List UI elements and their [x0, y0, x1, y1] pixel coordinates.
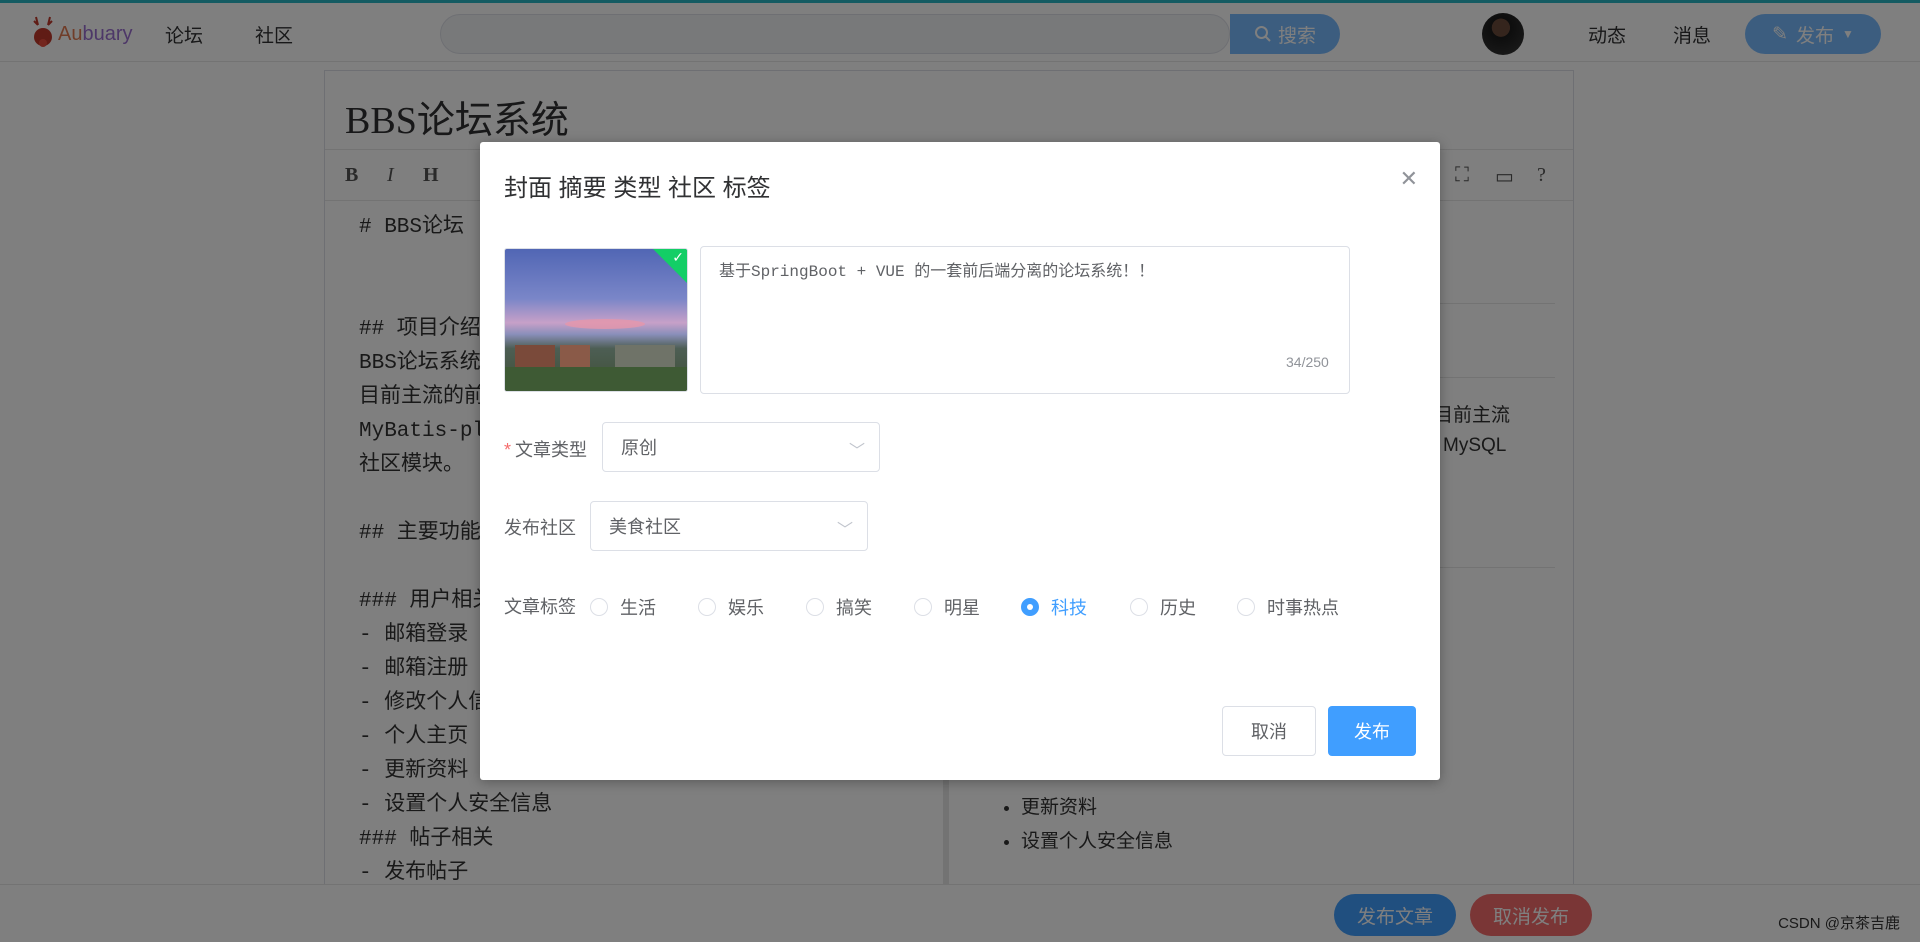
confirm-publish-button[interactable]: 发布 [1328, 706, 1416, 756]
radio-circle-icon [806, 598, 824, 616]
radio-circle-icon [698, 598, 716, 616]
cancel-button[interactable]: 取消 [1222, 706, 1316, 756]
cover-ground [505, 367, 687, 391]
tag-radio-label: 搞笑 [836, 598, 872, 618]
tag-radio[interactable]: 时事热点 [1237, 594, 1339, 620]
tag-radio[interactable]: 搞笑 [806, 594, 872, 620]
tag-radio[interactable]: 生活 [590, 594, 656, 620]
tag-radio-label: 明星 [944, 598, 980, 618]
tag-radio-label: 科技 [1051, 598, 1087, 618]
radio-circle-icon [914, 598, 932, 616]
radio-circle-icon [1237, 598, 1255, 616]
dialog-title: 封面 摘要 类型 社区 标签 [504, 175, 771, 202]
cover-cloud [565, 319, 645, 329]
tags-label: 文章标签 [504, 597, 576, 617]
tag-radio[interactable]: 历史 [1130, 594, 1196, 620]
tag-radio[interactable]: 娱乐 [698, 594, 764, 620]
summary-char-counter: 34/250 [1286, 354, 1329, 370]
publish-settings-dialog: 封面 摘要 类型 社区 标签 ✕ ✓ 34/250 *文章类型 原创 ﹀ 发布社… [480, 142, 1440, 780]
article-type-label: * 文章类型 [504, 440, 588, 460]
tag-radio[interactable]: 科技 [1021, 594, 1087, 620]
chevron-down-icon: ﹀ [848, 443, 865, 460]
community-label: 发布社区 [504, 518, 576, 538]
summary-textarea[interactable] [700, 246, 1350, 394]
radio-circle-icon [1021, 598, 1039, 616]
tag-radio-label: 时事热点 [1267, 598, 1339, 618]
close-icon[interactable]: ✕ [1400, 166, 1418, 192]
chevron-down-icon: ﹀ [836, 522, 853, 539]
community-value: 美食社区 [609, 517, 681, 537]
tag-radio-label: 生活 [620, 598, 656, 618]
radio-circle-icon [590, 598, 608, 616]
tag-radio[interactable]: 明星 [914, 594, 980, 620]
tag-radio-label: 历史 [1160, 598, 1196, 618]
cover-image-upload[interactable]: ✓ [504, 248, 688, 392]
check-icon: ✓ [672, 249, 684, 265]
tag-radio-label: 娱乐 [728, 598, 764, 618]
article-type-value: 原创 [621, 438, 657, 458]
article-type-select[interactable]: 原创 ﹀ [602, 422, 880, 472]
community-select[interactable]: 美食社区 ﹀ [590, 501, 868, 551]
radio-circle-icon [1130, 598, 1148, 616]
